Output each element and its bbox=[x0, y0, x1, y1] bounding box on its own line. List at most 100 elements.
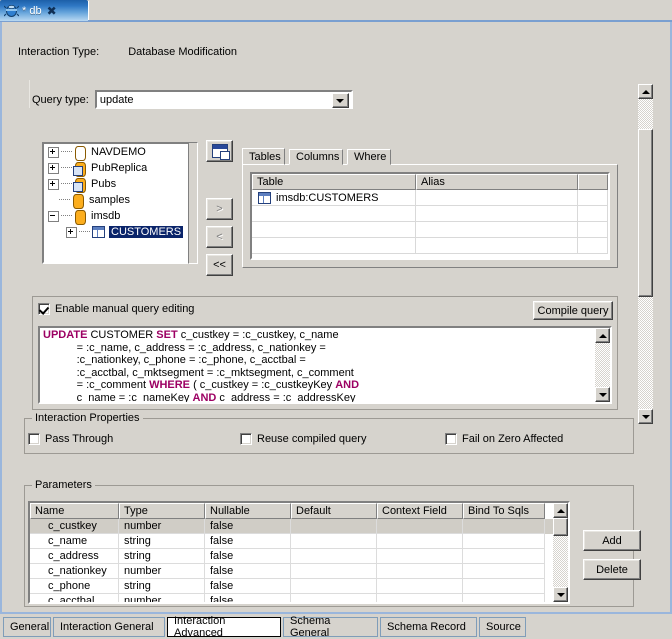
remove-table-button[interactable]: < bbox=[206, 226, 233, 248]
parameter-type-cell[interactable]: string bbox=[119, 579, 205, 594]
parameters-col-header[interactable]: Type bbox=[119, 503, 205, 519]
table-row[interactable]: c_address string false bbox=[30, 549, 568, 564]
table-row[interactable]: c_phone string false bbox=[30, 579, 568, 594]
table-extra-cell[interactable] bbox=[578, 238, 608, 253]
scroll-down-icon[interactable] bbox=[553, 587, 568, 602]
tree-item-imsdb[interactable]: imsdb bbox=[44, 208, 188, 225]
tree-item-navdemo[interactable]: NAVDEMO bbox=[44, 144, 188, 161]
table-name-cell[interactable] bbox=[252, 238, 416, 253]
parameter-nullable-cell[interactable]: false bbox=[205, 519, 291, 534]
parameter-type-cell[interactable]: number bbox=[119, 594, 205, 602]
remove-all-tables-button[interactable]: << bbox=[206, 254, 233, 276]
tables-col-header[interactable] bbox=[578, 174, 608, 190]
table-row[interactable] bbox=[252, 238, 608, 254]
delete-parameter-button[interactable]: Delete bbox=[583, 559, 641, 580]
parameter-bind-to-sqls-cell[interactable] bbox=[463, 594, 545, 602]
new-table-button[interactable] bbox=[206, 140, 233, 162]
scroll-up-icon[interactable] bbox=[595, 328, 610, 343]
tables-grid-body[interactable]: imsdb:CUSTOMERS bbox=[252, 190, 608, 254]
bottom-tab-general[interactable]: General bbox=[3, 617, 51, 637]
parameter-type-cell[interactable]: number bbox=[119, 519, 205, 534]
scroll-up-icon[interactable] bbox=[553, 503, 568, 518]
table-alias-cell[interactable] bbox=[416, 206, 578, 221]
scroll-down-icon[interactable] bbox=[638, 409, 653, 424]
parameter-context-field-cell[interactable] bbox=[377, 564, 463, 579]
parameter-name-cell[interactable]: c_custkey bbox=[30, 519, 119, 534]
parameters-grid-body[interactable]: c_custkey number false c_name string false c_a… bbox=[30, 519, 568, 602]
scrollbar-thumb[interactable] bbox=[638, 129, 653, 297]
parameter-name-cell[interactable]: c_nationkey bbox=[30, 564, 119, 579]
parameter-nullable-cell[interactable]: false bbox=[205, 564, 291, 579]
collapse-icon[interactable] bbox=[48, 210, 59, 222]
editor-tab-db[interactable]: * db ✖ bbox=[0, 0, 88, 21]
parameter-bind-to-sqls-cell[interactable] bbox=[463, 564, 545, 579]
tables-col-header[interactable]: Table bbox=[252, 174, 416, 190]
scroll-up-icon[interactable] bbox=[638, 84, 653, 99]
fail-on-zero-affected-checkbox[interactable] bbox=[445, 433, 457, 445]
parameter-default-cell[interactable] bbox=[291, 519, 377, 534]
tree-scrollbar[interactable] bbox=[188, 142, 198, 264]
table-row[interactable]: c_nationkey number false bbox=[30, 564, 568, 579]
parameter-nullable-cell[interactable]: false bbox=[205, 534, 291, 549]
add-parameter-button[interactable]: Add bbox=[583, 530, 641, 551]
parameter-type-cell[interactable]: string bbox=[119, 534, 205, 549]
parameter-default-cell[interactable] bbox=[291, 564, 377, 579]
parameter-context-field-cell[interactable] bbox=[377, 594, 463, 602]
parameters-grid[interactable]: Name Type Nullable Default Context Field Bind… bbox=[28, 501, 570, 604]
tab-tables[interactable]: Tables bbox=[242, 148, 285, 165]
parameter-type-cell[interactable]: number bbox=[119, 564, 205, 579]
expand-icon[interactable] bbox=[66, 226, 77, 238]
bottom-tab-bar[interactable]: General Interaction General Interaction Ad… bbox=[0, 612, 672, 639]
scrollbar-thumb[interactable] bbox=[553, 518, 568, 536]
fail-on-zero-affected-row[interactable]: Fail on Zero Affected bbox=[445, 433, 563, 445]
query-type-select[interactable]: update bbox=[94, 90, 353, 109]
table-extra-cell[interactable] bbox=[578, 190, 608, 205]
parameter-name-cell[interactable]: c_acctbal bbox=[30, 594, 119, 602]
scroll-down-icon[interactable] bbox=[595, 387, 610, 402]
parameters-grid-scrollbar[interactable] bbox=[553, 503, 568, 602]
table-row[interactable]: c_acctbal number false bbox=[30, 594, 568, 602]
bottom-tab-interaction-advanced[interactable]: Interaction Advanced bbox=[167, 615, 281, 639]
tab-where[interactable]: Where bbox=[347, 149, 391, 165]
add-table-button[interactable]: > bbox=[206, 198, 233, 220]
form-vertical-scrollbar[interactable] bbox=[638, 84, 653, 424]
expand-icon[interactable] bbox=[48, 162, 59, 174]
table-extra-cell[interactable] bbox=[578, 222, 608, 237]
parameter-context-field-cell[interactable] bbox=[377, 519, 463, 534]
parameter-bind-to-sqls-cell[interactable] bbox=[463, 519, 545, 534]
tree-item-samples[interactable]: samples bbox=[44, 192, 188, 209]
parameter-nullable-cell[interactable]: false bbox=[205, 579, 291, 594]
tables-tabs[interactable]: Tables Columns Where bbox=[242, 148, 618, 165]
expand-icon[interactable] bbox=[48, 146, 59, 158]
parameter-nullable-cell[interactable]: false bbox=[205, 594, 291, 602]
table-row[interactable] bbox=[252, 206, 608, 222]
parameter-bind-to-sqls-cell[interactable] bbox=[463, 549, 545, 564]
table-row[interactable]: c_name string false bbox=[30, 534, 568, 549]
table-name-cell[interactable] bbox=[252, 222, 416, 237]
tree-item-pubs[interactable]: Pubs bbox=[44, 176, 188, 193]
tree-item-pubreplica[interactable]: PubReplica bbox=[44, 160, 188, 177]
bottom-tab-interaction-general[interactable]: Interaction General bbox=[53, 617, 165, 637]
tree-item-customers[interactable]: CUSTOMERS bbox=[44, 224, 188, 240]
parameter-context-field-cell[interactable] bbox=[377, 549, 463, 564]
parameter-context-field-cell[interactable] bbox=[377, 579, 463, 594]
bottom-tab-schema-general[interactable]: Schema General bbox=[283, 615, 378, 639]
sql-editor-scrollbar[interactable] bbox=[595, 328, 610, 402]
table-name-cell[interactable] bbox=[252, 206, 416, 221]
enable-manual-query-editing-row[interactable]: Enable manual query editing bbox=[38, 303, 194, 315]
parameter-name-cell[interactable]: c_phone bbox=[30, 579, 119, 594]
bottom-tab-source[interactable]: Source bbox=[479, 617, 526, 637]
table-row[interactable]: imsdb:CUSTOMERS bbox=[252, 190, 608, 206]
parameter-default-cell[interactable] bbox=[291, 534, 377, 549]
sql-editor[interactable]: UPDATE CUSTOMER SET c_custkey = :c_custk… bbox=[38, 326, 612, 404]
table-alias-cell[interactable] bbox=[416, 190, 578, 205]
table-row[interactable] bbox=[252, 222, 608, 238]
reuse-compiled-query-checkbox[interactable] bbox=[240, 433, 252, 445]
parameter-default-cell[interactable] bbox=[291, 579, 377, 594]
expand-icon[interactable] bbox=[48, 178, 59, 190]
parameter-type-cell[interactable]: string bbox=[119, 549, 205, 564]
bottom-tab-schema-record[interactable]: Schema Record bbox=[380, 617, 477, 637]
pass-through-row[interactable]: Pass Through bbox=[28, 433, 113, 445]
parameter-name-cell[interactable]: c_name bbox=[30, 534, 119, 549]
parameters-col-header[interactable]: Name bbox=[30, 503, 119, 519]
